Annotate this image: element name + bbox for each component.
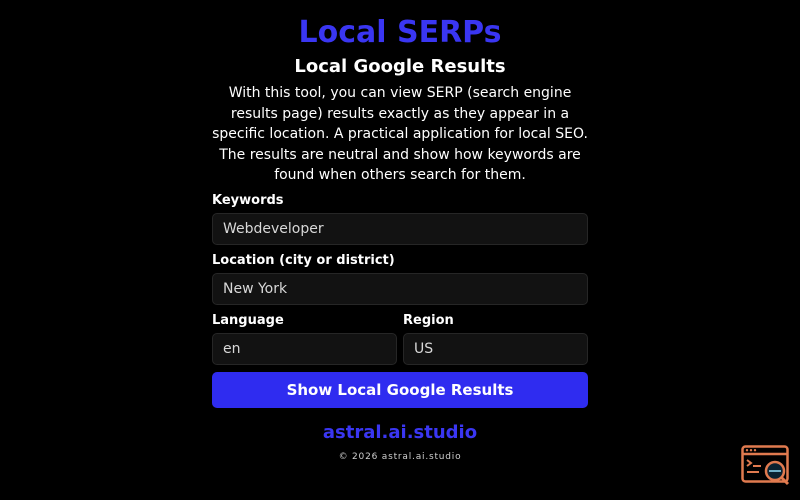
region-input[interactable] <box>403 332 588 365</box>
language-region-row: Language Region <box>212 312 588 365</box>
region-label: Region <box>403 312 454 328</box>
location-label: Location (city or district) <box>212 252 395 268</box>
language-group: Language <box>212 312 397 365</box>
serp-form: Keywords Location (city or district) Lan… <box>212 192 588 408</box>
language-input[interactable] <box>212 332 397 365</box>
page-subtitle: Local Google Results <box>294 56 506 77</box>
region-group: Region <box>403 312 588 365</box>
language-label: Language <box>212 312 284 328</box>
keywords-input[interactable] <box>212 212 588 245</box>
page: Local SERPs Local Google Results With th… <box>0 0 800 500</box>
main-card: Local SERPs Local Google Results With th… <box>212 14 588 462</box>
brand-link[interactable]: astral.ai.studio <box>212 420 588 446</box>
tool-description: With this tool, you can view SERP (searc… <box>212 85 588 183</box>
show-results-button[interactable]: Show Local Google Results <box>212 371 588 408</box>
copyright-text: © 2026 astral.ai.studio <box>338 451 462 462</box>
location-group: Location (city or district) <box>212 252 588 305</box>
terminal-search-widget-button[interactable] <box>741 445 791 487</box>
keywords-label: Keywords <box>212 192 284 208</box>
keywords-group: Keywords <box>212 192 588 245</box>
page-title: Local SERPs <box>298 15 502 50</box>
location-input[interactable] <box>212 272 588 305</box>
terminal-search-icon <box>741 445 790 486</box>
